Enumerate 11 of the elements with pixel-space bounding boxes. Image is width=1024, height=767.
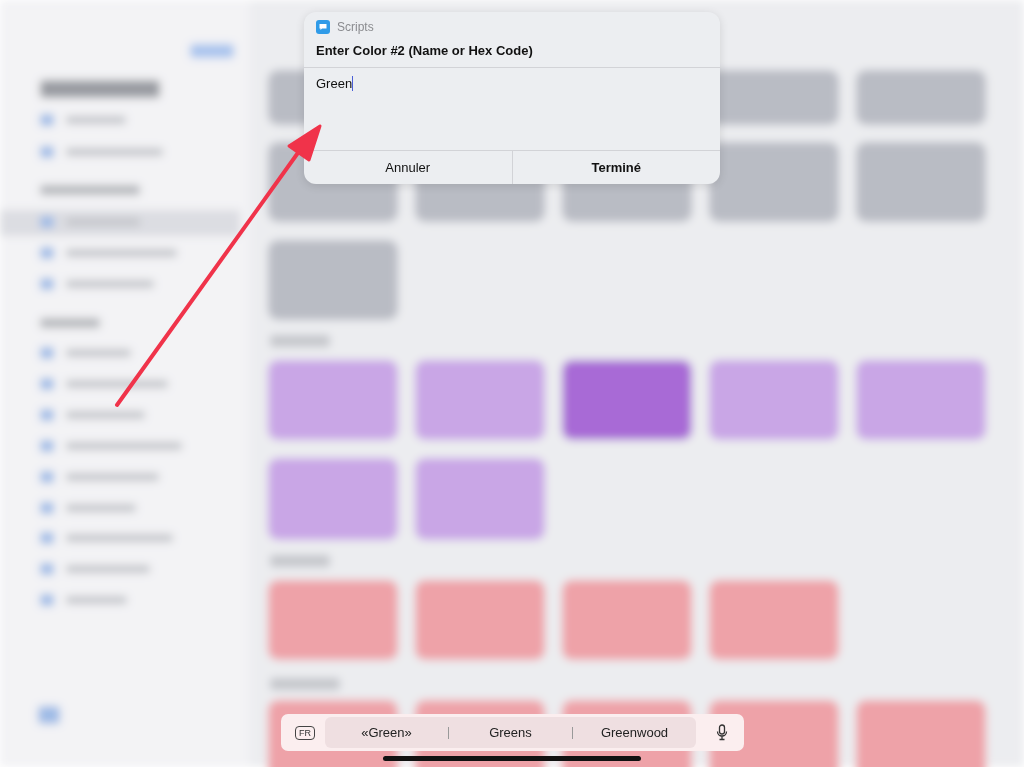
suggestion[interactable]: «Green» [325, 725, 448, 740]
dialog-title: Enter Color #2 (Name or Hex Code) [304, 34, 720, 68]
input-field[interactable]: Green [304, 68, 720, 150]
chat-bubble-icon [316, 20, 330, 34]
microphone-icon[interactable] [716, 724, 728, 741]
done-button[interactable]: Terminé [511, 151, 720, 184]
cancel-button[interactable]: Annuler [304, 151, 512, 184]
suggestion[interactable]: Greens [449, 725, 572, 740]
app-name: Scripts [337, 20, 374, 34]
suggestion[interactable]: Greenwood [573, 725, 696, 740]
language-key[interactable]: FR [295, 725, 315, 740]
